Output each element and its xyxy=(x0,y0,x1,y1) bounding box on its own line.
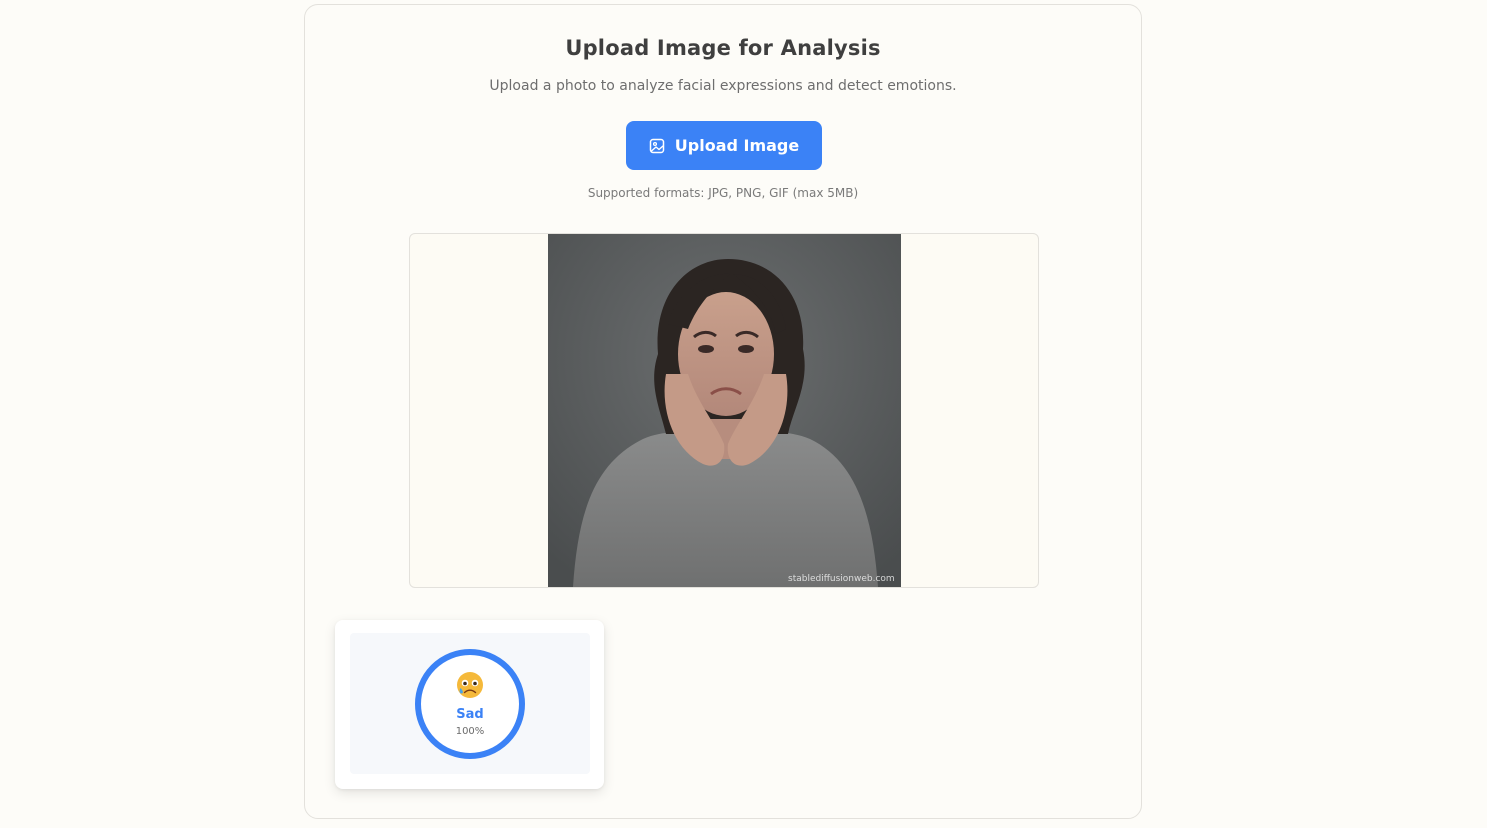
uploaded-photo xyxy=(548,234,901,587)
emotion-result-panel: Sad 100% xyxy=(350,633,590,774)
page-subtitle: Upload a photo to analyze facial express… xyxy=(489,78,957,94)
sad-face-icon xyxy=(457,672,483,698)
upload-button-label: Upload Image xyxy=(674,136,800,155)
emotion-result-card: Sad 100% xyxy=(335,620,604,789)
upload-image-button[interactable]: Upload Image xyxy=(626,121,822,170)
image-icon xyxy=(649,138,665,154)
image-watermark: stablediffusionweb.com xyxy=(788,574,895,584)
page-title: Upload Image for Analysis xyxy=(565,36,881,60)
image-preview: stablediffusionweb.com xyxy=(409,233,1039,588)
emotion-label: Sad xyxy=(456,707,484,722)
confidence-ring xyxy=(415,649,525,759)
supported-formats-note: Supported formats: JPG, PNG, GIF (max 5M… xyxy=(587,186,859,200)
emotion-confidence: 100% xyxy=(455,726,485,737)
